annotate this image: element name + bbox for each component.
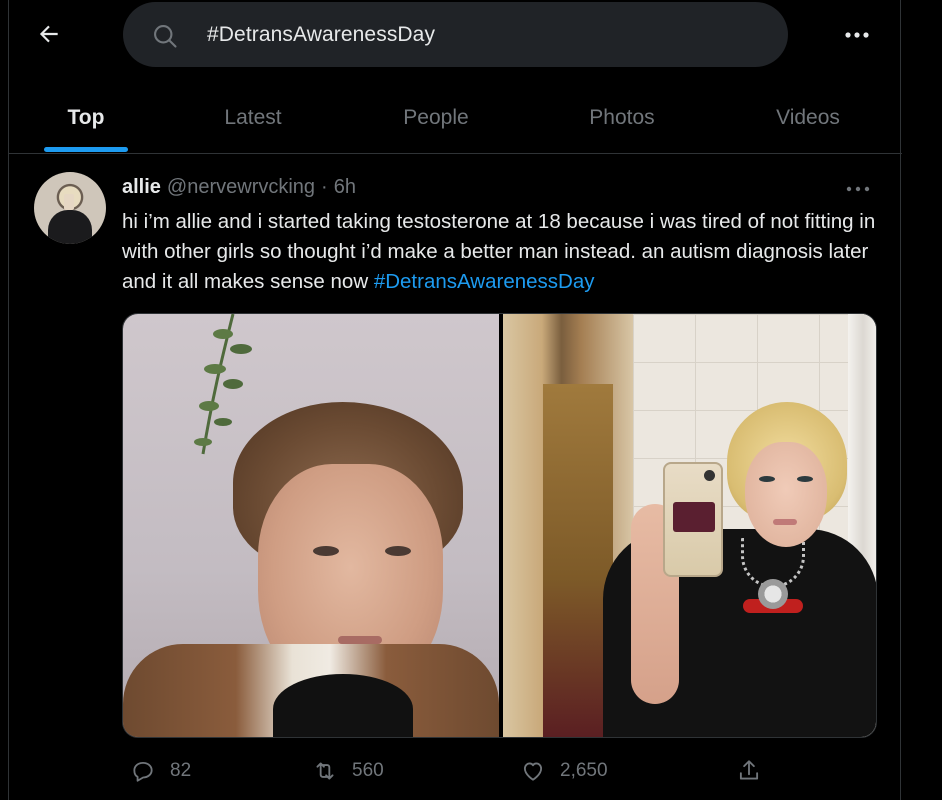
tab-people[interactable]: People — [379, 82, 493, 154]
phone-graphic — [663, 462, 723, 577]
tweet-actions: 82 560 2,650 — [122, 753, 882, 789]
active-tab-indicator — [44, 147, 128, 152]
separator-dot: · — [321, 176, 328, 198]
user-handle[interactable]: @nervewrvcking — [167, 176, 315, 199]
share-button[interactable] — [736, 753, 762, 789]
user-name[interactable]: allie — [122, 176, 161, 199]
camera-graphic — [704, 470, 715, 481]
more-horizontal-icon — [846, 186, 870, 192]
tab-top[interactable]: Top — [44, 82, 128, 154]
hashtag-link[interactable]: #DetransAwarenessDay — [374, 270, 595, 293]
reply-icon — [133, 761, 153, 782]
card-graphic — [673, 502, 715, 532]
necklace-graphic — [758, 579, 788, 609]
search-tabs: Top Latest People Photos Videos — [9, 82, 902, 154]
search-input[interactable]: #DetransAwarenessDay — [207, 23, 435, 47]
tab-photos[interactable]: Photos — [564, 82, 680, 154]
tweet-more-button[interactable] — [845, 179, 879, 199]
arrow-left-icon — [39, 25, 58, 43]
like-count: 2,650 — [560, 760, 608, 781]
search-icon — [154, 25, 177, 48]
tweet-timestamp[interactable]: 6h — [334, 176, 356, 199]
back-button[interactable] — [29, 14, 69, 54]
search-timeline: #DetransAwarenessDay Top Latest People P… — [8, 0, 902, 800]
mouth-graphic — [773, 519, 797, 525]
retweet-button[interactable]: 560 — [312, 753, 384, 789]
eye-graphic — [313, 546, 339, 556]
tab-latest[interactable]: Latest — [199, 82, 307, 154]
like-button[interactable]: 2,650 — [520, 753, 608, 789]
photo-right[interactable] — [503, 314, 876, 737]
retweet-icon — [316, 762, 334, 780]
shirt-graphic — [273, 674, 413, 737]
more-options-button[interactable] — [835, 17, 879, 53]
avatar-phone — [64, 194, 74, 210]
avatar-figure — [48, 210, 92, 244]
tab-videos[interactable]: Videos — [751, 82, 865, 154]
tweet[interactable]: allie @nervewrvcking · 6h hi i’m allie a… — [9, 155, 902, 800]
reply-count: 82 — [170, 760, 192, 781]
share-icon — [739, 760, 759, 780]
eye-graphic — [759, 476, 775, 482]
tweet-text: hi i’m allie and i started taking testos… — [122, 207, 882, 297]
retweet-count: 560 — [352, 760, 384, 781]
more-horizontal-icon — [845, 32, 869, 38]
tweet-header: allie @nervewrvcking · 6h — [122, 176, 356, 199]
reply-button[interactable]: 82 — [130, 753, 191, 789]
mouth-graphic — [338, 636, 382, 644]
photo-left[interactable] — [123, 314, 499, 737]
face-graphic — [745, 442, 827, 547]
eye-graphic — [385, 546, 411, 556]
tweet-media — [122, 313, 877, 738]
avatar[interactable] — [34, 172, 106, 244]
eye-graphic — [797, 476, 813, 482]
search-bar[interactable]: #DetransAwarenessDay — [123, 2, 788, 67]
heart-icon — [523, 762, 543, 781]
